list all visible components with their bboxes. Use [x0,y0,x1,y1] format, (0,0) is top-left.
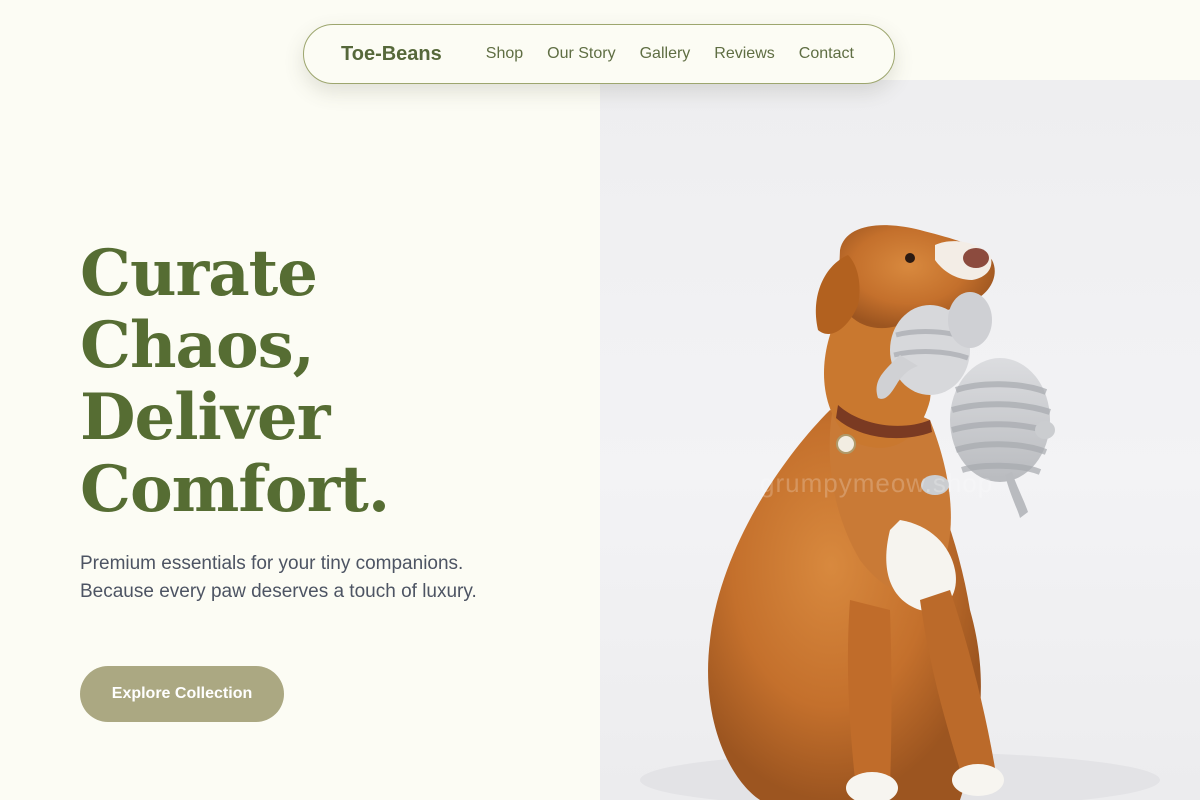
headline-line: Comfort. [80,452,390,527]
headline-line: Deliver [80,380,330,455]
nav-link-shop[interactable]: Shop [486,45,523,63]
headline-line: Curate [80,236,318,311]
top-navigation: Toe-Beans Shop Our Story Gallery Reviews… [303,24,895,84]
hero-headline: Curate Chaos, Deliver Comfort. [80,236,390,527]
hero-dog-photo: grumpymeow.shop [600,80,1200,800]
nav-link-reviews[interactable]: Reviews [714,45,774,63]
nav-link-gallery[interactable]: Gallery [640,45,691,63]
explore-collection-button[interactable]: Explore Collection [80,666,284,722]
nav-link-contact[interactable]: Contact [799,45,854,63]
headline-line: Chaos, [80,308,315,383]
nav-link-our-story[interactable]: Our Story [547,45,615,63]
page: grumpymeow.shop Toe-Beans Shop Our Story… [0,0,1200,800]
hero-subtitle: Premium essentials for your tiny compani… [80,553,477,602]
dog-illustration [640,225,1160,800]
brand-logo[interactable]: Toe-Beans [341,43,442,66]
nav-links: Shop Our Story Gallery Reviews Contact [486,45,854,63]
image-watermark: grumpymeow.shop [760,468,994,498]
